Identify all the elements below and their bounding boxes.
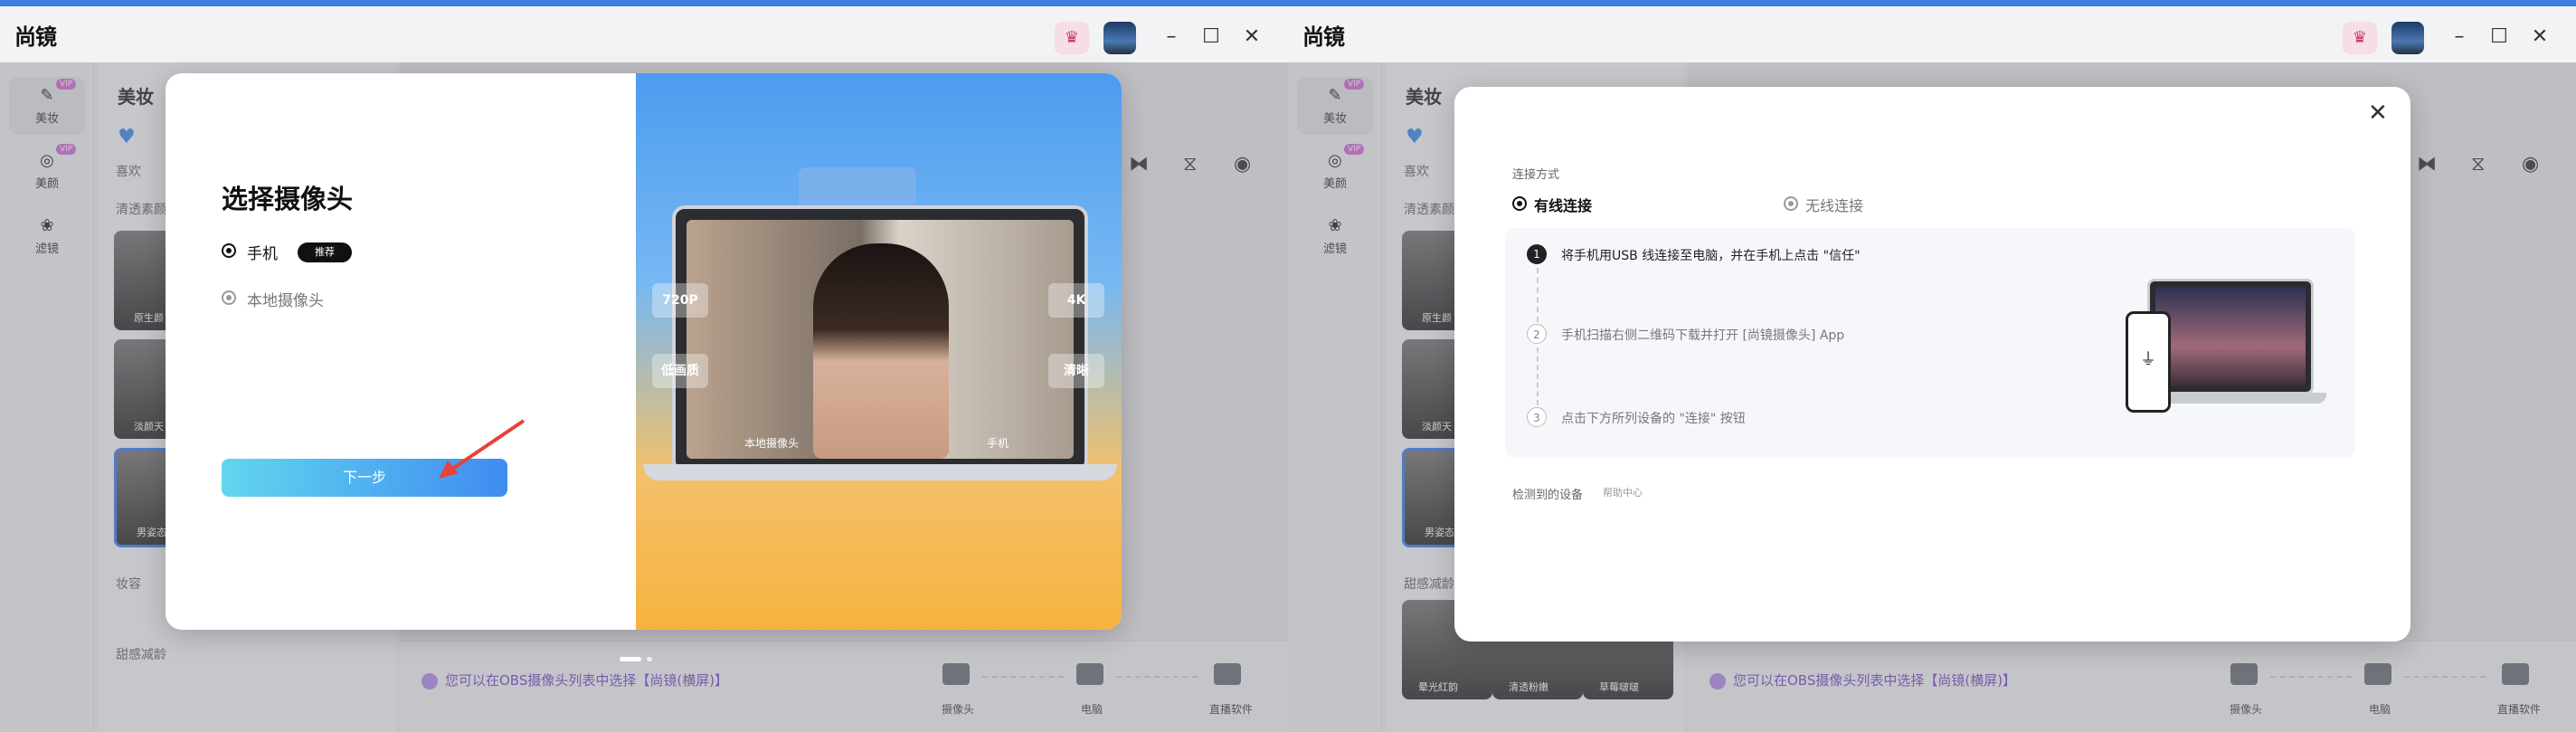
step-connector [1537, 347, 1539, 405]
pagination-dots [620, 650, 658, 667]
dialog-title: 选择摄像头 [222, 184, 354, 214]
step-number: 3 [1527, 407, 1547, 427]
step-text: 将手机用USB 线连接至电脑，并在手机上点击 "信任" [1561, 249, 1861, 263]
step-text: 点击下方所列设备的 "连接" 按钮 [1561, 412, 1746, 426]
step-text: 手机扫描右侧二维码下载并打开 [尚镜摄像头] App [1561, 328, 1845, 343]
title-bar: 尚镜 ♛ – ☐ ✕ [1288, 6, 2576, 62]
wired-option-label[interactable]: 有线连接 [1534, 194, 1592, 215]
maximize-icon[interactable]: ☐ [1197, 23, 1226, 52]
screen-label: 手机 [987, 437, 1009, 450]
portrait-image [813, 243, 949, 459]
laptop-illustration [672, 205, 1088, 473]
laptop-screen [2155, 287, 2306, 386]
close-window-icon[interactable]: ✕ [1237, 23, 1266, 52]
avatar[interactable] [2391, 22, 2424, 54]
select-camera-dialog: 选择摄像头 手机 推荐 本地摄像头 下一步 ✕ 720P 4K 低画质 清晰 本… [166, 73, 1122, 630]
screen-label: 本地摄像头 [744, 437, 800, 450]
radio-phone[interactable] [222, 243, 236, 258]
app-logo: 尚镜 [14, 24, 57, 50]
connection-method-label: 连接方式 [1512, 168, 1560, 182]
top-accent-bar [1288, 0, 2576, 6]
phone-usb-icon: ⏚ [2126, 311, 2171, 413]
help-center-link[interactable]: 帮助中心 [1603, 485, 1643, 499]
detected-devices-label: 检测到的设备 [1512, 489, 1584, 502]
page-dot[interactable] [647, 657, 652, 661]
vip-crown-icon[interactable]: ♛ [1055, 22, 1089, 54]
title-bar: 尚镜 ♛ – ☐ ✕ [0, 6, 1288, 62]
camera-illustration: ✕ 720P 4K 低画质 清晰 本地摄像头 手机 [636, 73, 1122, 630]
steps-card: 1 将手机用USB 线连接至电脑，并在手机上点击 "信任" 2 手机扫描右侧二维… [1505, 228, 2355, 458]
minimize-icon[interactable]: – [2445, 23, 2474, 52]
close-dialog-icon[interactable]: ✕ [2368, 100, 2388, 127]
app-logo: 尚镜 [1302, 24, 1345, 50]
quality-tag: 清晰 [1048, 354, 1104, 388]
laptop-base [643, 464, 1117, 480]
step-number: 2 [1527, 324, 1547, 344]
minimize-icon[interactable]: – [1157, 23, 1186, 52]
quality-tag: 低画质 [652, 354, 708, 388]
step-connector [1537, 268, 1539, 322]
top-accent-bar [0, 0, 1288, 6]
connect-phone-dialog: ✕ 连接方式 有线连接 无线连接 1 将手机用USB 线连接至电脑，并在手机上点… [1454, 87, 2410, 642]
option-local-label[interactable]: 本地摄像头 [247, 288, 324, 310]
close-window-icon[interactable]: ✕ [2525, 23, 2554, 52]
vip-crown-icon[interactable]: ♛ [2343, 22, 2377, 54]
preview-screen [687, 220, 1074, 459]
wireless-option-label[interactable]: 无线连接 [1805, 194, 1863, 215]
recommend-badge: 推荐 [298, 242, 352, 262]
app-window-left: 尚镜 ♛ – ☐ ✕ VIP ✎ 美妆 VIP ◎ 美颜 ❀ 滤镜 ≡ 美妆 ♥… [0, 0, 1288, 732]
page-dot-active[interactable] [620, 657, 641, 661]
pointer-arrow-icon [439, 419, 526, 479]
laptop-illustration [2147, 279, 2314, 395]
maximize-icon[interactable]: ☐ [2485, 23, 2514, 52]
option-phone-label[interactable]: 手机 [247, 241, 278, 263]
avatar[interactable] [1103, 22, 1136, 54]
resolution-tag: 720P [652, 283, 708, 318]
radio-local-camera[interactable] [222, 290, 236, 305]
resolution-tag: 4K [1048, 283, 1104, 318]
step-number: 1 [1527, 244, 1547, 264]
radio-wired[interactable] [1512, 196, 1527, 211]
radio-wireless[interactable] [1784, 196, 1798, 211]
